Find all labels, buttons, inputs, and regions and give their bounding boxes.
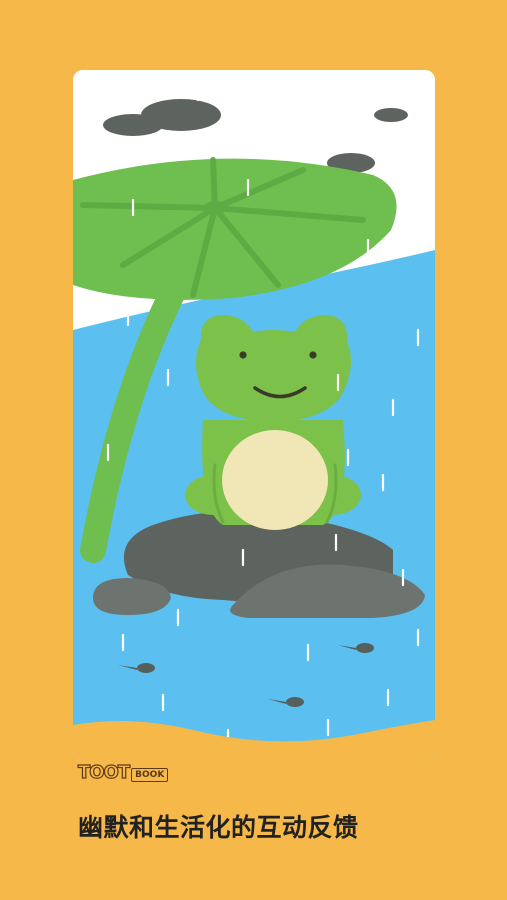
tagline: 幽默和生活化的互动反馈 — [78, 813, 359, 842]
frog-icon — [185, 315, 361, 530]
frog-rain-illustration — [73, 70, 435, 760]
brand-name: TOOT — [77, 762, 130, 783]
app-screen: TOOT BOOK 幽默和生活化的互动反馈 — [0, 0, 507, 900]
brand-sub: BOOK — [131, 768, 169, 782]
illustration-card — [73, 70, 435, 760]
brand-logo: TOOT BOOK — [77, 762, 169, 783]
cloud-icon — [374, 108, 408, 122]
